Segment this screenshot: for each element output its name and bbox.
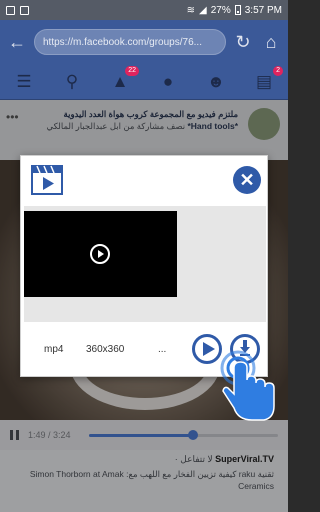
requests-badge: 2 [273, 65, 283, 76]
wifi-icon: ≋ [186, 4, 196, 16]
notifications-icon[interactable]: ▲ 22 [107, 65, 139, 92]
home-icon[interactable]: ⌂ [260, 31, 282, 53]
hand-pointer-icon [220, 350, 275, 421]
reload-icon[interactable]: ↻ [232, 31, 254, 53]
notifications-badge: 22 [125, 65, 139, 76]
battery-percent: 27% [210, 4, 231, 16]
more-label: ... [158, 344, 167, 355]
app-notification-icon [20, 5, 29, 15]
url-field[interactable]: https://m.facebook.com/groups/76... [34, 29, 226, 55]
clock: 3:57 PM [244, 4, 282, 16]
browser-toolbar: ← https://m.facebook.com/groups/76... ↻ … [0, 20, 288, 64]
video-app-icon [31, 165, 63, 195]
format-label: mp4 [44, 344, 64, 355]
thumbnail-play-icon[interactable] [90, 244, 110, 264]
status-bar: ≋ ◢ 27% 3:57 PM [0, 0, 288, 20]
resolution-label: 360x360 [86, 344, 125, 355]
search-icon[interactable]: ⚲ [59, 72, 85, 92]
close-icon: ✕ [239, 170, 255, 190]
messenger-icon[interactable]: ● [155, 72, 181, 92]
thumbnail-area [24, 206, 266, 322]
friend-requests-icon[interactable]: ☻ [203, 72, 229, 92]
dialog-header: ✕ [21, 156, 267, 202]
gallery-notification-icon [6, 5, 15, 15]
video-download-dialog: ✕ mp4 360x360 ... [20, 155, 268, 377]
facebook-nav-bar: ☰ ⚲ ▲ 22 ● ☻ ▤ 2 [0, 64, 288, 100]
signal-icon: ◢ [199, 4, 207, 16]
feed-icon[interactable]: ▤ 2 [251, 65, 283, 92]
video-thumbnail[interactable] [24, 211, 177, 297]
back-arrow-icon[interactable]: ← [6, 31, 28, 53]
battery-icon [234, 5, 241, 15]
menu-icon[interactable]: ☰ [11, 72, 37, 92]
close-button[interactable]: ✕ [233, 166, 261, 194]
